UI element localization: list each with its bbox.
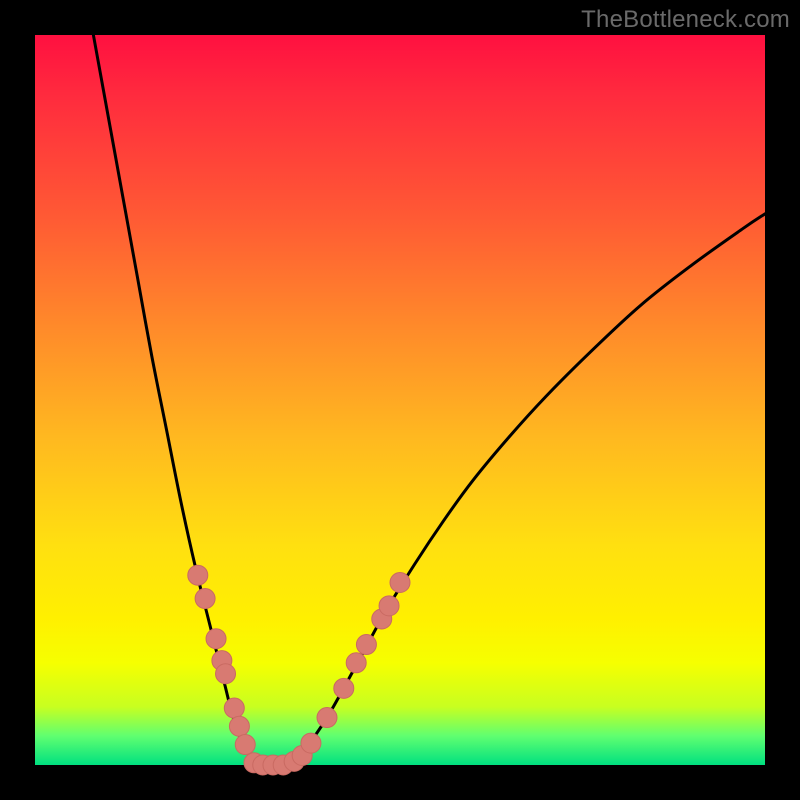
chart-frame: TheBottleneck.com — [0, 0, 800, 800]
highlight-marker — [216, 664, 236, 684]
highlight-marker — [195, 589, 215, 609]
bottleneck-curve — [93, 35, 765, 766]
highlight-marker — [317, 708, 337, 728]
highlight-marker — [188, 565, 208, 585]
highlight-marker — [379, 596, 399, 616]
highlight-marker — [346, 653, 366, 673]
highlight-marker — [301, 733, 321, 753]
highlight-marker — [229, 716, 249, 736]
curve-layer — [93, 35, 765, 766]
highlight-marker — [356, 635, 376, 655]
highlight-marker — [206, 629, 226, 649]
chart-svg — [0, 0, 800, 800]
highlight-marker — [390, 573, 410, 593]
highlight-marker — [224, 698, 244, 718]
highlight-marker — [334, 678, 354, 698]
marker-layer — [188, 565, 410, 775]
highlight-marker — [235, 735, 255, 755]
